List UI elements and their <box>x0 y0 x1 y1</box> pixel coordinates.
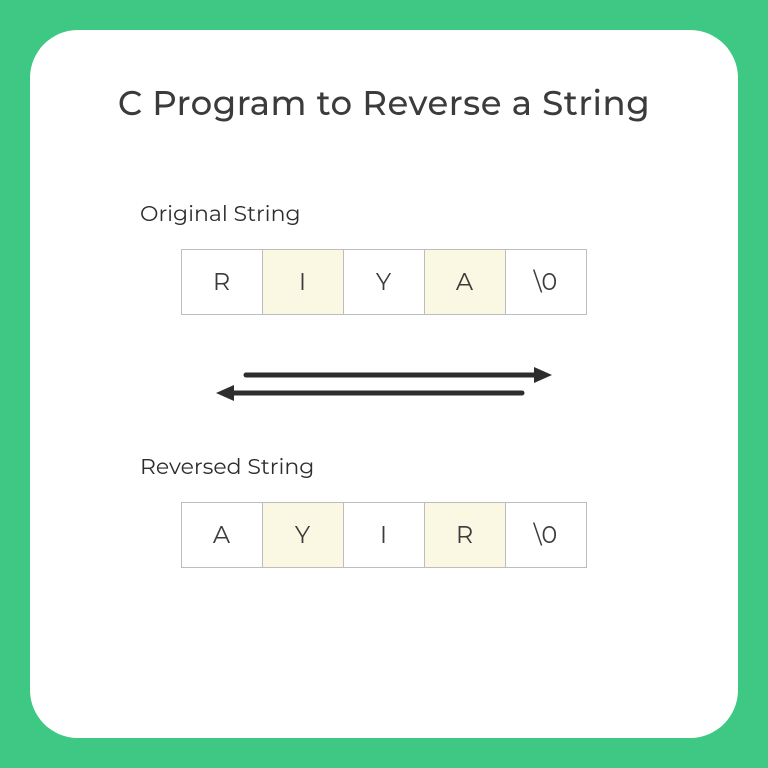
cell: Y <box>262 502 344 568</box>
reversed-cells: A Y I R \0 <box>70 502 698 568</box>
cell: R <box>181 249 263 315</box>
cell: \0 <box>505 249 587 315</box>
cell: I <box>262 249 344 315</box>
reversed-label: Reversed String <box>140 453 698 480</box>
original-cells: R I Y A \0 <box>70 249 698 315</box>
cell: R <box>424 502 506 568</box>
cell: A <box>181 502 263 568</box>
cell: I <box>343 502 425 568</box>
page-title: C Program to Reverse a String <box>70 82 698 124</box>
cell: A <box>424 249 506 315</box>
original-label: Original String <box>140 200 698 227</box>
swap-arrows-icon <box>70 359 698 409</box>
cell: Y <box>343 249 425 315</box>
cell: \0 <box>505 502 587 568</box>
card: C Program to Reverse a String Original S… <box>30 30 738 738</box>
